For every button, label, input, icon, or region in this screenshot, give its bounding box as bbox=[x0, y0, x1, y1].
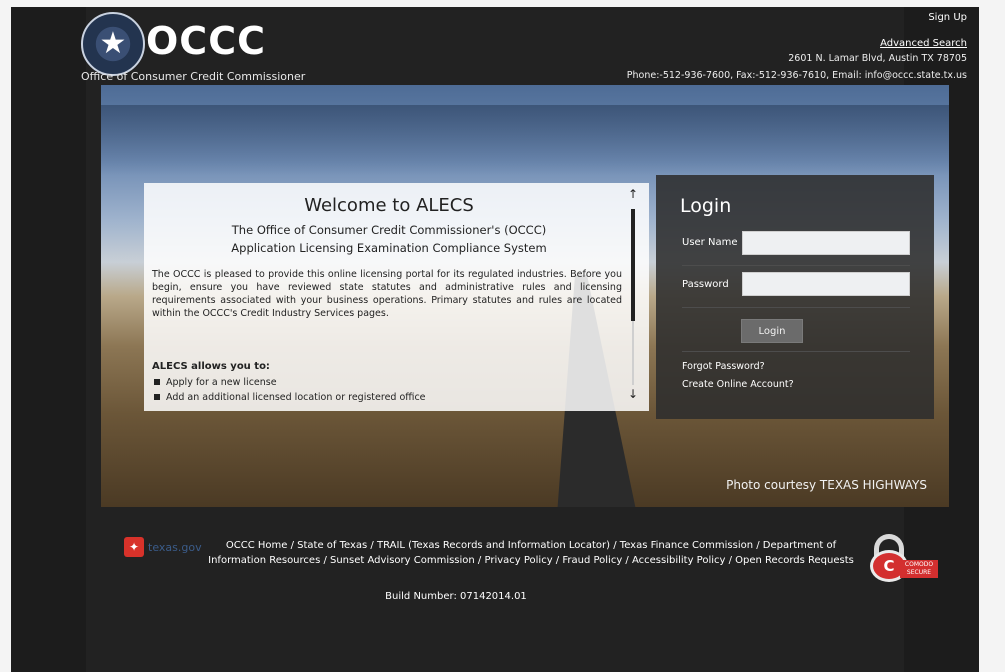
texas-gov-label: texas.gov bbox=[148, 540, 202, 554]
footer-links[interactable]: OCCC Home / State of Texas / TRAIL (Texa… bbox=[206, 538, 856, 568]
footer-links-line-1[interactable]: OCCC Home / State of Texas / TRAIL (Texa… bbox=[206, 538, 856, 553]
forgot-password-link[interactable]: Forgot Password? bbox=[682, 361, 765, 372]
bullet-icon bbox=[154, 379, 160, 385]
footer-links-line-2[interactable]: Information Resources / Sunset Advisory … bbox=[206, 553, 856, 568]
password-label: Password bbox=[682, 279, 729, 290]
scrollbar-track[interactable] bbox=[632, 321, 634, 385]
password-input[interactable] bbox=[742, 272, 910, 296]
welcome-subtitle: The Office of Consumer Credit Commission… bbox=[231, 223, 547, 237]
create-account-link[interactable]: Create Online Account? bbox=[682, 379, 794, 390]
login-panel: Login User Name Password Login Forgot Pa… bbox=[656, 175, 934, 419]
site-logo[interactable]: OCCC bbox=[146, 19, 266, 63]
divider bbox=[682, 307, 910, 308]
allows-heading: ALECS allows you to: bbox=[152, 361, 270, 372]
comodo-label: COMODO SECURE bbox=[900, 560, 938, 578]
allows-list: Apply for a new license Add an additiona… bbox=[152, 375, 426, 405]
office-name: Office of Consumer Credit Commissioner bbox=[81, 70, 306, 83]
comodo-secure-badge[interactable]: C COMODO SECURE bbox=[870, 534, 940, 582]
photo-credit: Photo courtesy TEXAS HIGHWAYS bbox=[726, 478, 927, 492]
welcome-intro: The OCCC is pleased to provide this onli… bbox=[152, 269, 622, 319]
texas-gov-logo[interactable]: ✦ texas.gov bbox=[124, 537, 202, 557]
welcome-panel: Welcome to ALECS The Office of Consumer … bbox=[144, 183, 649, 411]
divider bbox=[682, 265, 910, 266]
welcome-title: Welcome to ALECS bbox=[304, 195, 474, 216]
divider bbox=[682, 351, 910, 352]
address-text: 2601 N. Lamar Blvd, Austin TX 78705 bbox=[788, 53, 967, 64]
arrow-down-icon[interactable]: ↓ bbox=[627, 387, 639, 401]
username-label: User Name bbox=[682, 237, 738, 248]
hero-sky bbox=[101, 105, 949, 175]
page: ★ OCCC Office of Consumer Credit Commiss… bbox=[11, 7, 979, 672]
welcome-subtitle-system: Application Licensing Examination Compli… bbox=[231, 241, 547, 255]
login-button[interactable]: Login bbox=[741, 319, 803, 343]
build-number: Build Number: 07142014.01 bbox=[385, 591, 527, 602]
state-seal-icon[interactable]: ★ bbox=[81, 12, 145, 76]
texas-map-icon: ✦ bbox=[124, 537, 144, 557]
sign-up-link[interactable]: Sign Up bbox=[928, 12, 967, 23]
star-icon: ★ bbox=[99, 26, 127, 61]
contact-text: Phone:-512-936-7600, Fax:-512-936-7610, … bbox=[626, 70, 967, 81]
list-item: Apply for a new license bbox=[152, 375, 426, 390]
list-item: Add an additional licensed location or r… bbox=[152, 390, 426, 405]
bullet-icon bbox=[154, 394, 160, 400]
list-item-label: Apply for a new license bbox=[166, 377, 277, 388]
scrollbar-thumb[interactable] bbox=[631, 209, 635, 321]
login-title: Login bbox=[680, 195, 732, 217]
list-item-label: Add an additional licensed location or r… bbox=[166, 392, 426, 403]
arrow-up-icon[interactable]: ↑ bbox=[627, 187, 639, 201]
advanced-search-link[interactable]: Advanced Search bbox=[880, 38, 967, 49]
username-input[interactable] bbox=[742, 231, 910, 255]
